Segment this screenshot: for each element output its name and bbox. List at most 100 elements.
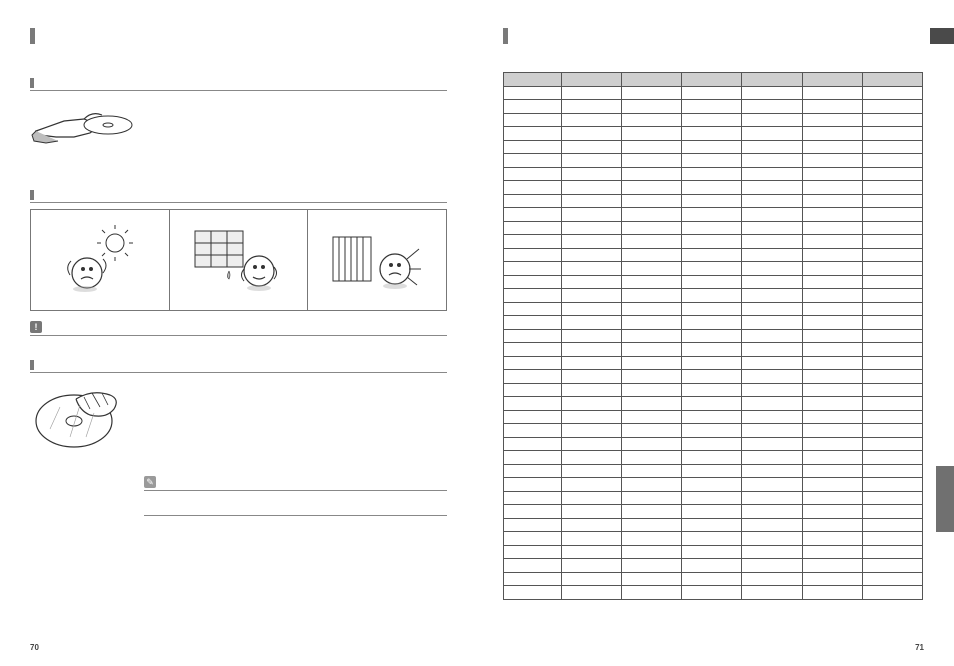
table-row [504,316,923,330]
table-cell [504,194,562,208]
caution-note-row: ! [30,321,447,336]
table-cell [562,316,622,330]
table-cell [682,437,742,451]
table-cell [562,356,622,370]
table-row [504,248,923,262]
section-bar-icon [30,78,34,88]
table-cell [622,410,682,424]
left-page-heading [30,28,447,44]
page-number-right: 71 [915,643,924,652]
table-cell [682,140,742,154]
table-cell [862,181,922,195]
table-cell [862,505,922,519]
table-cell [742,235,802,249]
table-cell [862,316,922,330]
table-row [504,154,923,168]
table-cell [562,464,622,478]
table-cell [682,329,742,343]
table-cell [682,275,742,289]
table-row [504,181,923,195]
table-cell [742,208,802,222]
table-cell [562,572,622,586]
table-cell [562,424,622,438]
table-cell [562,289,622,303]
table-cell [562,140,622,154]
table-cell [742,140,802,154]
page-number-left: 70 [30,643,39,652]
table-cell [504,572,562,586]
table-cell [622,86,682,100]
table-cell [504,437,562,451]
table-cell [682,518,742,532]
table-cell [802,140,862,154]
table-cell [862,370,922,384]
table-row [504,451,923,465]
indent-block: ✎ [144,476,447,516]
table-cell [504,86,562,100]
table-cell [862,167,922,181]
table-cell [682,181,742,195]
table-cell [504,586,562,600]
table-cell [682,356,742,370]
table-cell [742,289,802,303]
table-cell [682,194,742,208]
table-row [504,397,923,411]
table-cell [682,370,742,384]
table-cell [504,113,562,127]
table-row [504,356,923,370]
table-cell [742,113,802,127]
table-cell [742,154,802,168]
storage-panel-sunlight [31,210,169,310]
table-row [504,572,923,586]
table-cell [742,248,802,262]
table-cell [622,154,682,168]
table-cell [622,478,682,492]
table-cell [682,248,742,262]
table-cell [504,221,562,235]
table-row [504,329,923,343]
table-cell [562,127,622,141]
disc-hand-row [30,97,447,166]
table-row [504,289,923,303]
table-header-cell [504,73,562,87]
table-cell [682,424,742,438]
table-cell [802,586,862,600]
reference-table [503,72,923,600]
table-cell [622,383,682,397]
table-cell [862,140,922,154]
table-cell [742,262,802,276]
table-cell [862,586,922,600]
table-cell [622,545,682,559]
heading-bar-icon [503,28,508,44]
disc-wipe-icon [30,379,134,456]
table-cell [622,181,682,195]
table-cell [562,113,622,127]
table-cell [862,424,922,438]
table-cell [504,316,562,330]
table-cell [862,221,922,235]
table-cell [742,100,802,114]
page-tab-side-icon [936,466,954,532]
table-cell [562,370,622,384]
table-cell [862,343,922,357]
heading-bar-icon [30,28,35,44]
right-page: 71 [477,0,954,666]
storage-panel-heat [307,210,446,310]
table-cell [742,302,802,316]
table-cell [622,518,682,532]
table-cell [562,437,622,451]
table-cell [802,167,862,181]
table-cell [862,100,922,114]
table-cell [504,140,562,154]
table-cell [742,464,802,478]
table-cell [504,397,562,411]
table-header-cell [862,73,922,87]
table-cell [802,532,862,546]
table-cell [504,275,562,289]
table-cell [504,208,562,222]
table-cell [682,586,742,600]
table-cell [622,464,682,478]
table-cell [622,329,682,343]
table-cell [562,343,622,357]
section-handling [30,78,447,166]
